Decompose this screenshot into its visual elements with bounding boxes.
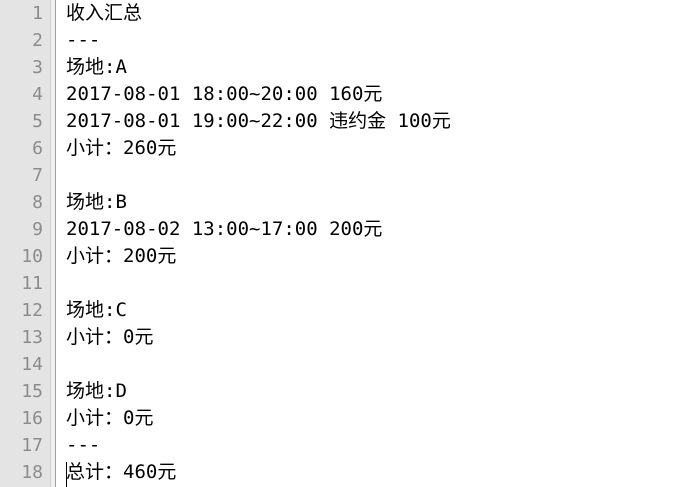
- text-editor[interactable]: 1 2 3 4 5 6 7 8 9 10 11 12 13 14 15 16 1…: [0, 0, 679, 487]
- text-line[interactable]: 场地:D: [66, 378, 679, 405]
- text-line[interactable]: 2017-08-01 18:00~20:00 160元: [66, 81, 679, 108]
- text-line[interactable]: [66, 270, 679, 297]
- line-number: 12: [21, 300, 43, 321]
- line-number: 2: [32, 30, 43, 51]
- line-number: 13: [21, 327, 43, 348]
- text-line[interactable]: 2017-08-01 19:00~22:00 违约金 100元: [66, 108, 679, 135]
- text-line[interactable]: 小计：260元: [66, 135, 679, 162]
- line-number: 4: [32, 84, 43, 105]
- text-line[interactable]: [66, 351, 679, 378]
- text-line[interactable]: 小计：0元: [66, 405, 679, 432]
- line-number: 7: [32, 165, 43, 186]
- line-number: 16: [21, 408, 43, 429]
- text-line[interactable]: 总计：460元: [66, 459, 679, 486]
- text-cursor: [66, 462, 67, 487]
- line-number: 18: [21, 462, 43, 483]
- line-number: 3: [32, 57, 43, 78]
- text-line[interactable]: 2017-08-02 13:00~17:00 200元: [66, 216, 679, 243]
- text-line[interactable]: ---: [66, 432, 679, 459]
- line-number: 15: [21, 381, 43, 402]
- text-line[interactable]: 收入汇总: [66, 0, 679, 27]
- text-line[interactable]: 场地:A: [66, 54, 679, 81]
- line-number-gutter: 1 2 3 4 5 6 7 8 9 10 11 12 13 14 15 16 1…: [0, 0, 56, 487]
- line-number: 6: [32, 138, 43, 159]
- line-number: 10: [21, 246, 43, 267]
- text-line[interactable]: 场地:C: [66, 297, 679, 324]
- text-area[interactable]: 收入汇总 --- 场地:A 2017-08-01 18:00~20:00 160…: [56, 0, 679, 487]
- text-line[interactable]: 场地:B: [66, 189, 679, 216]
- text-line[interactable]: 小计：0元: [66, 324, 679, 351]
- text-line[interactable]: ---: [66, 27, 679, 54]
- line-number: 9: [32, 219, 43, 240]
- fold-margin[interactable]: [50, 0, 55, 487]
- line-number: 17: [21, 435, 43, 456]
- text-line[interactable]: 小计：200元: [66, 243, 679, 270]
- line-number: 11: [21, 273, 43, 294]
- line-number: 14: [21, 354, 43, 375]
- text-line[interactable]: [66, 162, 679, 189]
- line-number: 5: [32, 111, 43, 132]
- line-number: 1: [32, 3, 43, 24]
- line-number: 8: [32, 192, 43, 213]
